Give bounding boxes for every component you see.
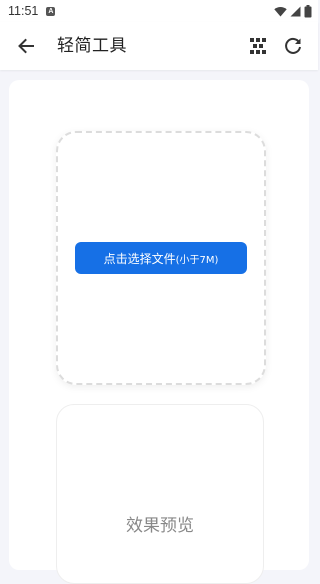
wifi-icon bbox=[274, 6, 287, 16]
battery-icon bbox=[304, 4, 312, 17]
preview-area: 效果预览 bbox=[56, 404, 264, 584]
refresh-button[interactable] bbox=[281, 34, 305, 58]
back-button[interactable] bbox=[14, 34, 38, 58]
select-file-button[interactable]: 点击选择文件 (小于7M) bbox=[75, 242, 247, 274]
status-left: 11:51 A bbox=[8, 4, 56, 18]
page-title: 轻简工具 bbox=[57, 36, 127, 56]
app-bar: 轻简工具 bbox=[0, 22, 318, 70]
refresh-icon bbox=[285, 37, 301, 54]
main-card: 点击选择文件 (小于7M) 效果预览 bbox=[9, 80, 309, 584]
select-file-label: 点击选择文件 bbox=[103, 251, 176, 266]
qr-scan-button[interactable] bbox=[247, 35, 269, 57]
upload-area[interactable]: 点击选择文件 (小于7M) bbox=[56, 131, 266, 385]
qr-scan-icon bbox=[250, 38, 266, 54]
preview-label: 效果预览 bbox=[126, 516, 194, 536]
file-size-limit-label: (小于7M) bbox=[175, 254, 219, 266]
status-time: 11:51 bbox=[8, 4, 39, 18]
cellular-signal-icon bbox=[290, 6, 301, 16]
status-right bbox=[274, 4, 312, 18]
arrow-left-icon bbox=[18, 38, 34, 54]
status-bar: 11:51 A bbox=[0, 0, 318, 22]
notification-a-icon: A bbox=[46, 6, 56, 16]
